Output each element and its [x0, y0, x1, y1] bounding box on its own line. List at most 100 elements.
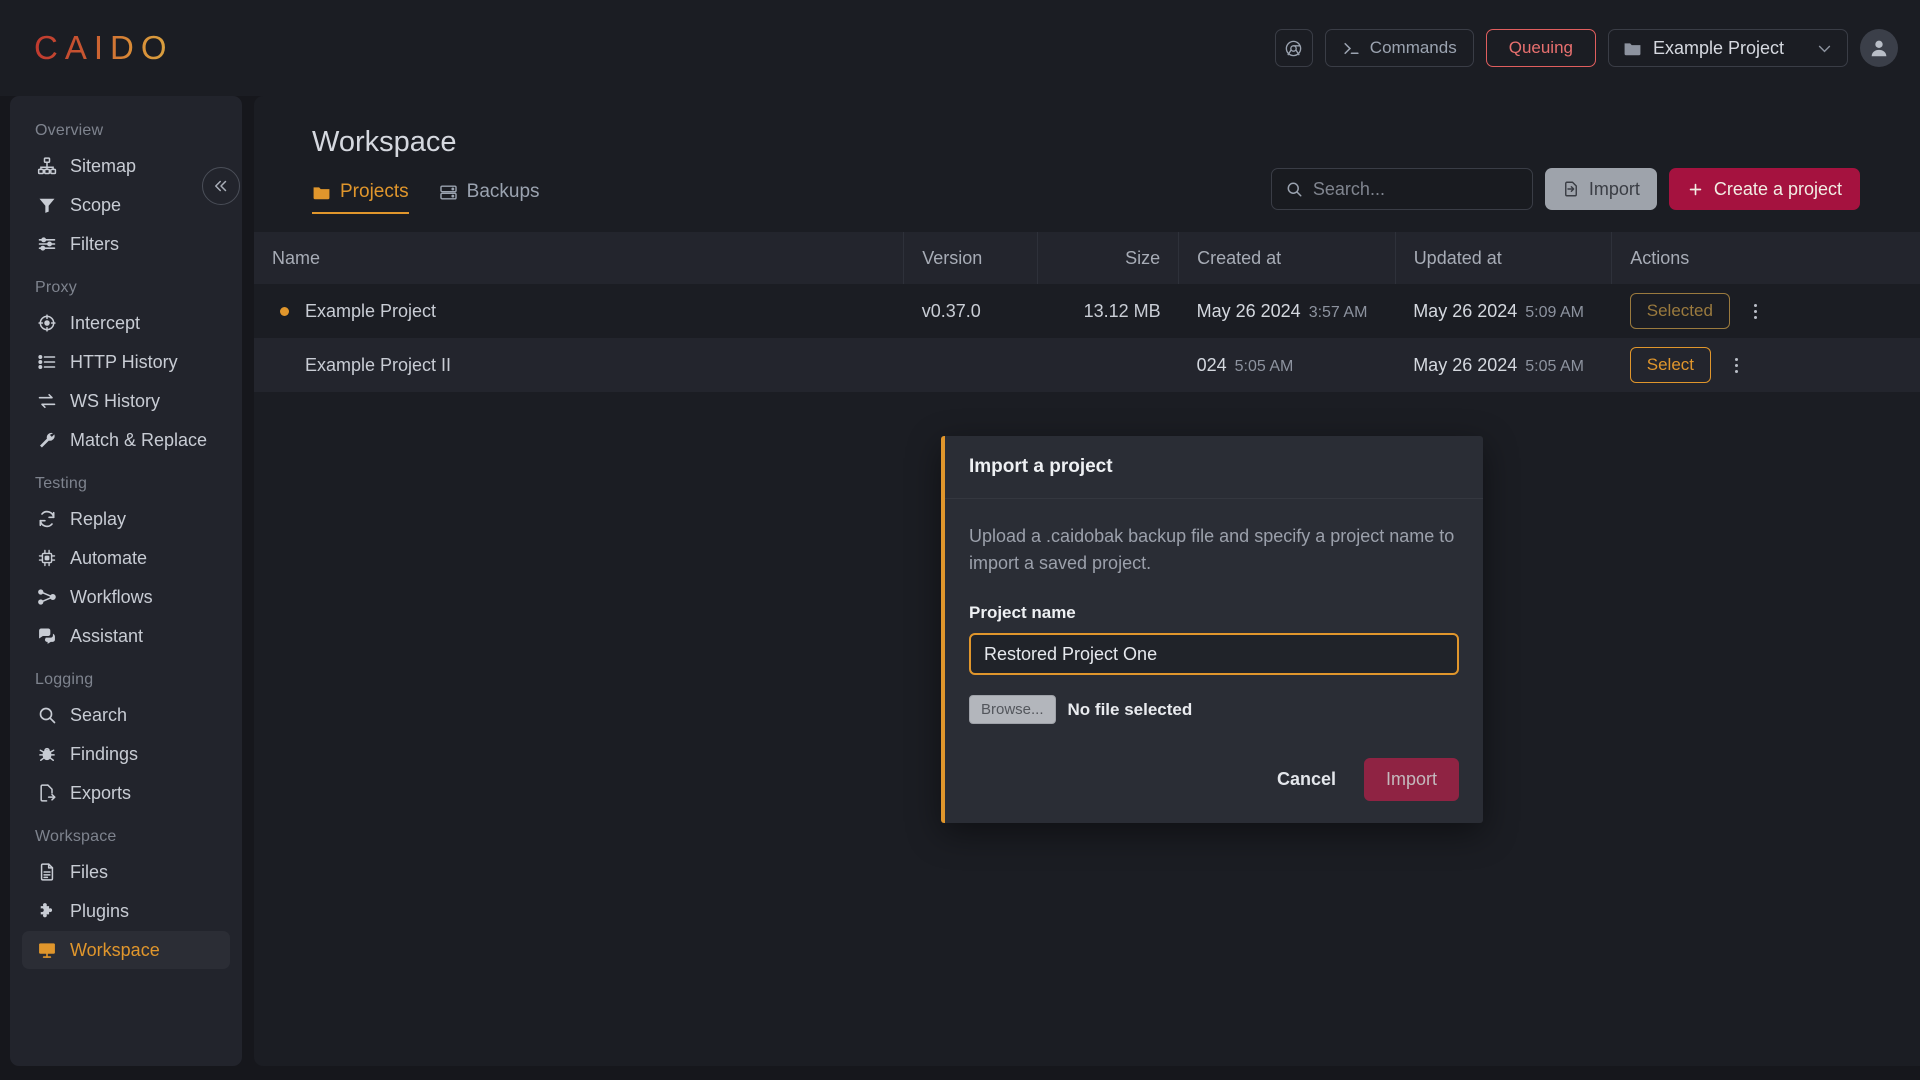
create-project-label: Create a project — [1713, 178, 1842, 199]
queuing-button[interactable]: Queuing — [1485, 29, 1596, 67]
list-icon — [36, 351, 58, 373]
col-name[interactable]: Name — [254, 232, 905, 284]
table-row[interactable]: Example Project II 024 5:05 AM May 26 2024 5… — [254, 338, 1920, 392]
tab-projects-label: Projects — [340, 181, 409, 202]
chevron-down-icon — [1816, 40, 1833, 57]
selected-project-button[interactable]: Selected — [1629, 293, 1730, 329]
actions-cell: Select — [1629, 347, 1902, 383]
select-project-button[interactable]: Select — [1629, 347, 1712, 383]
tab-backups-label: Backups — [466, 181, 540, 202]
plus-icon — [1687, 181, 1704, 198]
sidebar-item-intercept[interactable]: Intercept — [22, 304, 230, 342]
tab-projects[interactable]: Projects — [312, 181, 409, 214]
cell-size — [1037, 338, 1179, 392]
cancel-button[interactable]: Cancel — [1263, 759, 1350, 800]
sidebar-item-exports[interactable]: Exports — [22, 774, 230, 812]
cell-updated-at: May 26 2024 5:05 AM — [1395, 338, 1612, 392]
sidebar-item-workspace[interactable]: Workspace — [22, 931, 230, 969]
sidebar-item-sitemap[interactable]: Sitemap — [22, 147, 230, 185]
file-picker-row: Browse... No file selected — [969, 695, 1459, 724]
cell-name: Example Project II — [254, 338, 904, 392]
search-input[interactable] — [1312, 178, 1519, 200]
import-button[interactable]: Import — [1544, 168, 1657, 210]
search-box[interactable] — [1270, 168, 1533, 210]
col-created[interactable]: Created at — [1178, 232, 1396, 284]
sidebar-item-label: Assistant — [70, 625, 144, 646]
top-bar: CAIDO Commands Queuing Example Project — [0, 0, 1920, 96]
sidebar-item-label: HTTP History — [70, 351, 178, 372]
app-logo: CAIDO — [34, 29, 174, 66]
kebab-menu-icon[interactable] — [1746, 301, 1765, 322]
cell-created-at: May 26 2024 3:57 AM — [1179, 284, 1396, 338]
user-avatar-icon — [1868, 37, 1890, 59]
sidebar-item-label: Sitemap — [70, 155, 137, 176]
sidebar-item-match-replace[interactable]: Match & Replace — [22, 421, 230, 459]
browse-button[interactable]: Browse... — [969, 695, 1056, 724]
sidebar-item-plugins[interactable]: Plugins — [22, 892, 230, 930]
dialog-import-button[interactable]: Import — [1363, 758, 1459, 801]
create-project-button[interactable]: Create a project — [1668, 168, 1860, 210]
sidebar-collapse-button[interactable] — [202, 167, 240, 205]
sidebar-item-label: WS History — [70, 390, 160, 411]
projects-table: Name Version Size Created at Updated at … — [254, 232, 1920, 392]
folder-icon — [312, 183, 331, 202]
project-name-input[interactable] — [969, 633, 1459, 675]
commands-button[interactable]: Commands — [1324, 29, 1474, 67]
sidebar-item-http-history[interactable]: HTTP History — [22, 343, 230, 381]
col-actions: Actions — [1630, 247, 1690, 268]
project-selector[interactable]: Example Project — [1608, 29, 1848, 67]
created-time: 5:05 AM — [1234, 357, 1294, 375]
project-name-text: Example Project II — [305, 354, 452, 375]
folder-icon — [1623, 39, 1642, 58]
main-panel: Workspace Projects Backups Search... Imp… — [254, 96, 1920, 1066]
col-size[interactable]: Size — [1037, 232, 1180, 284]
updated-time: 5:09 AM — [1525, 303, 1584, 321]
nav-group-label-logging: Logging — [35, 671, 94, 688]
name-cell: Example Project — [272, 301, 886, 322]
wrench-icon — [36, 429, 58, 451]
table-row[interactable]: Example Project v0.37.0 13.12 MB May 26 202… — [254, 284, 1920, 338]
sidebar-item-label: Workspace — [70, 939, 160, 960]
updated-date: May 26 2024 — [1413, 354, 1518, 375]
name-cell: Example Project II — [272, 355, 886, 376]
kebab-menu-icon[interactable] — [1727, 355, 1746, 376]
sidebar-item-automate[interactable]: Automate — [22, 539, 230, 577]
nav-group-label-testing: Testing — [35, 475, 88, 492]
actions-cell: Selected — [1629, 293, 1902, 329]
server-icon — [439, 183, 458, 202]
sidebar-item-search[interactable]: Search — [22, 696, 230, 734]
sidebar-item-filters[interactable]: Filters — [22, 225, 230, 263]
tab-bar: Projects Backups Search... Import Create… — [274, 168, 1884, 214]
dialog-title: Import a project — [945, 436, 1483, 499]
sidebar-item-findings[interactable]: Findings — [22, 735, 230, 773]
sliders-icon — [36, 233, 58, 255]
table-toolbar: Import Create a project — [1270, 168, 1860, 210]
sidebar-item-replay[interactable]: Replay — [22, 500, 230, 538]
chrome-icon — [1284, 39, 1303, 58]
col-version[interactable]: Version — [903, 232, 1038, 284]
terminal-prompt-icon — [1342, 39, 1361, 58]
cell-actions: Selected — [1612, 284, 1920, 338]
table-body: Example Project v0.37.0 13.12 MB May 26 202… — [254, 284, 1920, 392]
browser-button[interactable] — [1274, 29, 1313, 67]
import-file-icon — [1562, 180, 1580, 198]
sidebar-item-files[interactable]: Files — [22, 853, 230, 891]
bug-icon — [36, 743, 58, 765]
tab-backups[interactable]: Backups — [439, 181, 540, 214]
chevrons-left-icon — [212, 177, 230, 195]
avatar[interactable] — [1860, 29, 1898, 67]
project-name-text: Example Project — [305, 300, 437, 321]
file-export-icon — [36, 782, 58, 804]
cell-actions: Select — [1612, 338, 1920, 392]
sidebar-item-workflows[interactable]: Workflows — [22, 578, 230, 616]
sidebar-item-ws-history[interactable]: WS History — [22, 382, 230, 420]
sidebar-item-assistant[interactable]: Assistant — [22, 617, 230, 655]
refresh-icon — [36, 508, 58, 530]
updated-date: May 26 2024 — [1413, 300, 1518, 321]
file-icon — [36, 861, 58, 883]
sidebar-item-label: Intercept — [70, 312, 141, 333]
topbar-actions: Commands Queuing Example Project — [1274, 29, 1898, 67]
col-updated[interactable]: Updated at — [1395, 232, 1613, 284]
sidebar-item-scope[interactable]: Scope — [22, 186, 230, 224]
project-name-label: Project name — [969, 603, 1076, 622]
